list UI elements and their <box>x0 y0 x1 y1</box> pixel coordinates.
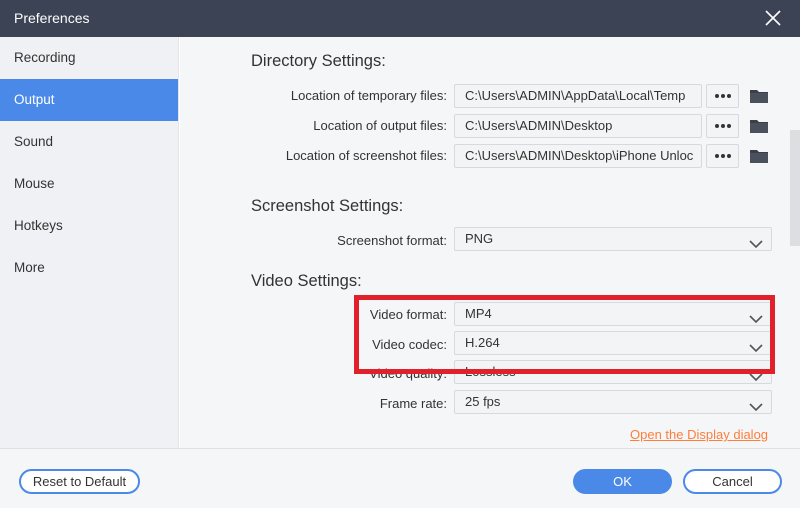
sidebar-item-hotkeys[interactable]: Hotkeys <box>0 205 178 247</box>
output-browse-button[interactable] <box>706 114 739 138</box>
chevron-down-icon <box>749 338 763 353</box>
output-folder-icon[interactable] <box>749 117 769 135</box>
footer-bar: Reset to Default OK Cancel <box>0 448 800 508</box>
video-format-select[interactable]: MP4 <box>454 302 772 326</box>
chevron-down-icon <box>749 367 763 382</box>
close-icon[interactable] <box>764 9 782 27</box>
screenshot-browse-button[interactable] <box>706 144 739 168</box>
screenshot-format-label: Screenshot format: <box>337 233 447 248</box>
chevron-down-icon <box>749 309 763 324</box>
window-title: Preferences <box>14 10 90 26</box>
title-bar: Preferences <box>0 0 800 37</box>
frame-rate-value: 25 fps <box>465 394 501 409</box>
video-format-value: MP4 <box>465 306 492 321</box>
open-display-dialog-link[interactable]: Open the Display dialog <box>630 427 768 442</box>
temp-location-field[interactable]: C:\Users\ADMIN\AppData\Local\Temp <box>454 84 702 108</box>
screenshot-location-label: Location of screenshot files: <box>285 148 447 163</box>
video-quality-label: Video quality: <box>369 366 447 381</box>
directory-settings-title: Directory Settings: <box>251 52 386 70</box>
output-location-label: Location of output files: <box>313 118 447 133</box>
video-settings-title: Video Settings: <box>251 272 362 290</box>
chevron-down-icon <box>749 397 763 412</box>
output-location-field[interactable]: C:\Users\ADMIN\Desktop <box>454 114 702 138</box>
ok-button[interactable]: OK <box>573 469 672 494</box>
chevron-down-icon <box>749 234 763 249</box>
sidebar-item-sound[interactable]: Sound <box>0 121 178 163</box>
cancel-button[interactable]: Cancel <box>683 469 782 494</box>
frame-rate-select[interactable]: 25 fps <box>454 390 772 414</box>
temp-location-label: Location of temporary files: <box>290 88 447 103</box>
settings-panel: Directory Settings: Location of temporar… <box>180 37 800 448</box>
sidebar-item-recording[interactable]: Recording <box>0 37 178 79</box>
video-codec-value: H.264 <box>465 335 500 350</box>
video-codec-select[interactable]: H.264 <box>454 331 772 355</box>
sidebar: Recording Output Sound Mouse Hotkeys Mor… <box>0 37 179 448</box>
temp-folder-icon[interactable] <box>749 87 769 105</box>
temp-browse-button[interactable] <box>706 84 739 108</box>
sidebar-item-output[interactable]: Output <box>0 79 178 121</box>
video-codec-label: Video codec: <box>372 337 447 352</box>
screenshot-format-select[interactable]: PNG <box>454 227 772 251</box>
video-format-label: Video format: <box>369 307 447 322</box>
screenshot-settings-title: Screenshot Settings: <box>251 197 404 215</box>
vertical-scrollbar[interactable] <box>790 130 800 246</box>
screenshot-location-field[interactable]: C:\Users\ADMIN\Desktop\iPhone Unloc <box>454 144 702 168</box>
video-quality-value: Lossless <box>465 364 516 379</box>
sidebar-item-more[interactable]: More <box>0 247 178 289</box>
reset-to-default-button[interactable]: Reset to Default <box>19 469 140 494</box>
frame-rate-label: Frame rate: <box>379 396 447 411</box>
video-quality-select[interactable]: Lossless <box>454 360 772 384</box>
screenshot-format-value: PNG <box>465 231 494 246</box>
screenshot-folder-icon[interactable] <box>749 147 769 165</box>
sidebar-item-mouse[interactable]: Mouse <box>0 163 178 205</box>
